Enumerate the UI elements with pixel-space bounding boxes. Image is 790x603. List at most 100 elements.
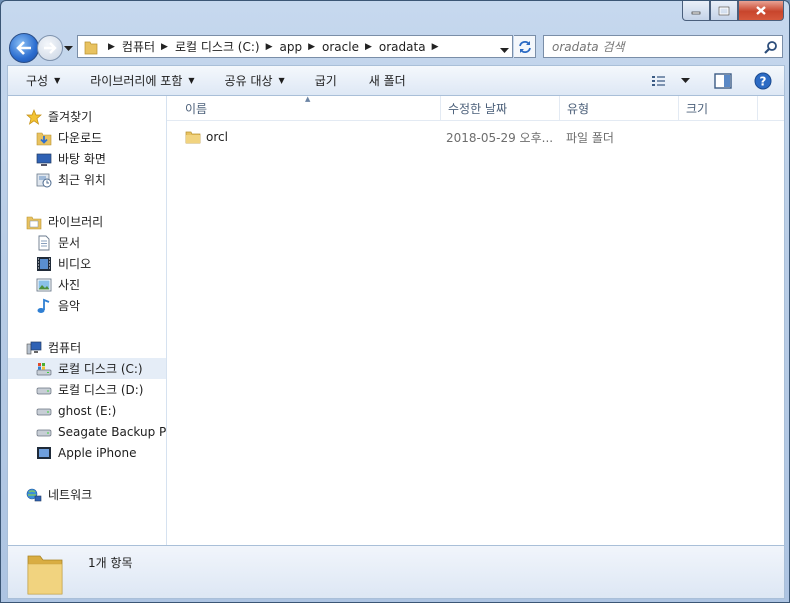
minimize-icon: [691, 11, 701, 14]
file-name-cell: orcl: [185, 126, 435, 148]
close-button[interactable]: [738, 1, 784, 21]
music-note-icon: [36, 298, 52, 314]
sidebar-item-pictures[interactable]: 사진: [36, 274, 166, 295]
caption-buttons: [682, 1, 784, 21]
sidebar-item-label: 로컬 디스크 (C:): [58, 362, 143, 376]
breadcrumb-local-disk-c[interactable]: 로컬 디스크 (C:): [175, 38, 260, 55]
forward-button[interactable]: [37, 35, 63, 61]
sidebar-item-apple-iphone[interactable]: Apple iPhone: [36, 442, 166, 463]
sidebar-item-local-disk-c[interactable]: 로컬 디스크 (C:): [8, 358, 166, 379]
sidebar-favorites-label: 즐겨찾기: [48, 110, 93, 124]
search-box[interactable]: [543, 35, 783, 58]
command-bar: 구성 ▼ 라이브러리에 포함 ▼ 공유 대상 ▼ 굽기 새 폴더 ?: [7, 65, 785, 96]
file-name: orcl: [206, 130, 228, 144]
sidebar-item-favorites[interactable]: 즐겨찾기: [26, 106, 166, 127]
burn-button[interactable]: 굽기: [295, 66, 347, 95]
desktop-icon: [36, 151, 52, 167]
item-count: 1개 항목: [88, 556, 133, 570]
change-view-button[interactable]: [647, 70, 671, 92]
sidebar-network-label: 네트워크: [48, 488, 93, 502]
table-row[interactable]: orcl 2018-05-29 오후... 파일 폴더: [167, 126, 767, 148]
column-size-label: 크기: [686, 101, 709, 116]
help-icon: ?: [754, 72, 772, 90]
breadcrumb-separator[interactable]: ▶: [266, 42, 273, 52]
new-folder-button[interactable]: 새 폴더: [347, 66, 416, 95]
sidebar-item-label: 사진: [58, 278, 81, 292]
chevron-down-icon: [681, 78, 690, 83]
details-pane: 1개 항목: [7, 545, 785, 599]
sidebar-item-label: 문서: [58, 236, 81, 250]
column-header-size[interactable]: 크기: [678, 96, 758, 120]
sidebar-item-label: Apple iPhone: [58, 445, 137, 460]
minimize-button[interactable]: [682, 1, 710, 21]
breadcrumb-computer[interactable]: 컴퓨터: [122, 38, 155, 55]
sidebar-item-network[interactable]: 네트워크: [26, 484, 166, 505]
sidebar-item-label: 다운로드: [58, 131, 103, 145]
chevron-down-icon: [64, 46, 73, 51]
picture-icon: [36, 277, 52, 293]
sidebar-item-downloads[interactable]: 다운로드: [36, 127, 166, 148]
column-header-name[interactable]: 이름: [177, 96, 441, 120]
share-with-menu[interactable]: 공유 대상 ▼: [205, 66, 295, 95]
drive-icon: [36, 424, 52, 440]
search-icon[interactable]: [764, 40, 778, 54]
sidebar-item-libraries[interactable]: 라이브러리: [26, 211, 166, 232]
chevron-down-icon: ▼: [54, 76, 61, 85]
windows-drive-icon: [36, 361, 52, 377]
chevron-down-icon: ▼: [188, 76, 195, 85]
video-icon: [36, 256, 52, 272]
breadcrumb-oradata[interactable]: oradata: [379, 40, 426, 54]
star-icon: [26, 108, 42, 125]
new-folder-label: 새 폴더: [368, 74, 406, 88]
sidebar-item-ghost-e[interactable]: ghost (E:): [36, 400, 166, 421]
sidebar-item-videos[interactable]: 비디오: [36, 253, 166, 274]
sidebar-item-desktop[interactable]: 바탕 화면: [36, 148, 166, 169]
computer-icon: [26, 340, 42, 356]
refresh-button[interactable]: [514, 35, 536, 58]
help-button[interactable]: ?: [750, 70, 776, 92]
breadcrumb-separator[interactable]: ▶: [432, 42, 439, 52]
breadcrumb-app[interactable]: app: [280, 40, 303, 54]
search-input[interactable]: [550, 38, 754, 55]
burn-label: 굽기: [314, 74, 337, 88]
view-options-dropdown[interactable]: [677, 70, 694, 92]
sidebar-computer-label: 컴퓨터: [48, 341, 82, 355]
organize-menu[interactable]: 구성 ▼: [8, 66, 70, 95]
navigation-bar: ▶ 컴퓨터 ▶ 로컬 디스크 (C:) ▶ app ▶ oracle ▶ ora…: [7, 31, 785, 63]
refresh-icon: [518, 40, 531, 53]
maximize-icon: [718, 6, 730, 15]
sidebar-item-label: 최근 위치: [58, 173, 106, 187]
folder-icon: [27, 555, 63, 595]
history-dropdown[interactable]: [64, 41, 73, 55]
back-button[interactable]: [9, 33, 39, 63]
include-in-library-menu[interactable]: 라이브러리에 포함 ▼: [70, 66, 204, 95]
sidebar-item-documents[interactable]: 문서: [36, 232, 166, 253]
sidebar-item-recent-places[interactable]: 최근 위치: [36, 169, 166, 190]
chevron-down-icon: [500, 48, 509, 53]
address-dropdown[interactable]: [500, 43, 509, 57]
drive-icon: [36, 403, 52, 419]
sidebar-item-computer[interactable]: 컴퓨터: [26, 337, 166, 358]
file-list: ▲ 이름 수정한 날짜 유형 크기 orcl 2018-05-29 오후... …: [167, 95, 784, 545]
maximize-button[interactable]: [710, 1, 738, 21]
sidebar-item-label: 바탕 화면: [58, 152, 106, 166]
sidebar-item-seagate[interactable]: Seagate Backup Plu: [36, 421, 166, 442]
breadcrumb-separator[interactable]: ▶: [308, 42, 315, 52]
drive-icon: [36, 382, 52, 398]
include-library-label: 라이브러리에 포함: [90, 74, 183, 88]
breadcrumb-separator[interactable]: ▶: [108, 42, 115, 52]
breadcrumb-separator[interactable]: ▶: [365, 42, 372, 52]
breadcrumb-separator[interactable]: ▶: [161, 42, 168, 52]
preview-pane-button[interactable]: [710, 70, 736, 92]
breadcrumb-oracle[interactable]: oracle: [322, 40, 359, 54]
address-bar[interactable]: ▶ 컴퓨터 ▶ 로컬 디스크 (C:) ▶ app ▶ oracle ▶ ora…: [77, 35, 513, 58]
sidebar-item-label: 로컬 디스크 (D:): [58, 383, 144, 397]
column-header-date[interactable]: 수정한 날짜: [440, 96, 560, 120]
close-icon: [756, 6, 766, 15]
network-icon: [26, 487, 42, 503]
sidebar-item-music[interactable]: 음악: [36, 295, 166, 316]
preview-pane-icon: [714, 73, 732, 89]
sidebar-item-local-disk-d[interactable]: 로컬 디스크 (D:): [36, 379, 166, 400]
column-header-type[interactable]: 유형: [559, 96, 679, 120]
sidebar-item-label: 비디오: [58, 257, 92, 271]
